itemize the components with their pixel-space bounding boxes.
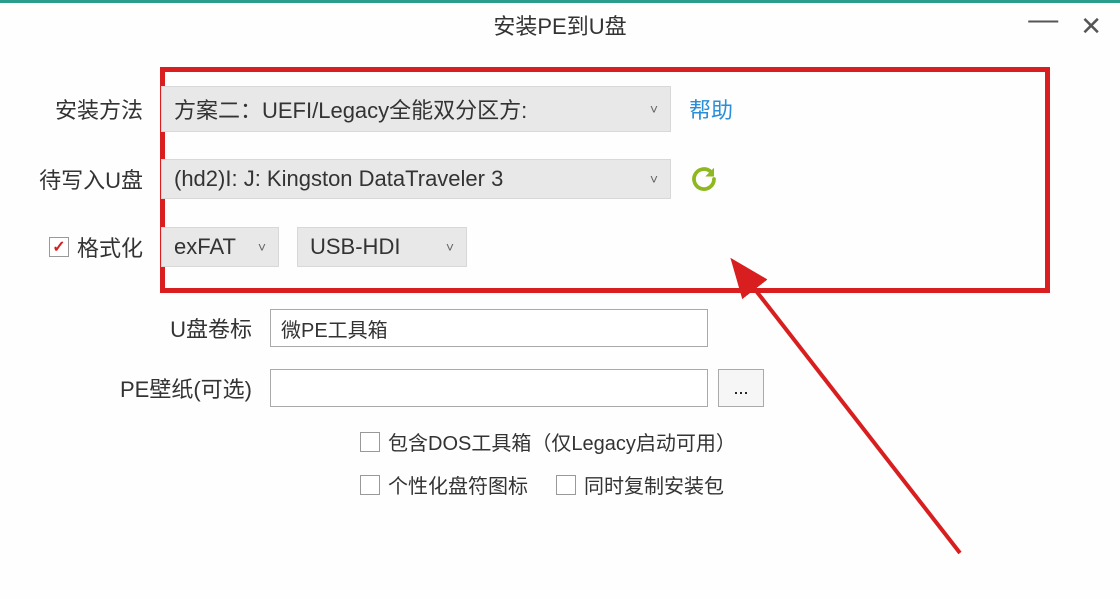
input-wallpaper[interactable] [270,369,708,407]
select-target-usb[interactable]: (hd2)I: J: Kingston DataTraveler 3 ˅ [161,159,671,199]
row-option-dos: 包含DOS工具箱（仅Legacy启动可用） [360,427,1050,456]
checkbox-custom-icon-box[interactable] [360,475,380,495]
label-format: 格式化 [77,231,143,263]
checkbox-custom-icon[interactable]: 个性化盘符图标 [360,470,528,499]
refresh-button[interactable] [689,164,719,194]
row-install-method: 安装方法 方案二：UEFI/Legacy全能双分区方: ˅ 帮助 [185,86,1025,132]
row-target-usb: 待写入U盘 (hd2)I: J: Kingston DataTraveler 3… [185,158,1025,200]
select-install-method-value: 方案二：UEFI/Legacy全能双分区方: [174,93,527,125]
refresh-icon [689,164,719,194]
checkbox-dos-toolbox[interactable]: 包含DOS工具箱（仅Legacy启动可用） [360,427,736,456]
select-target-usb-value: (hd2)I: J: Kingston DataTraveler 3 [174,166,503,192]
label-dos-toolbox: 包含DOS工具箱（仅Legacy启动可用） [388,427,736,456]
window-title: 安装PE到U盘 [493,9,626,41]
row-option-misc: 个性化盘符图标 同时复制安装包 [360,470,1050,499]
select-filesystem-value: exFAT [174,234,236,260]
window-controls: — ✕ [1028,11,1102,41]
app-window: 安装PE到U盘 — ✕ 安装方法 方案二：UEFI/Legacy全能双分区方: … [0,0,1120,599]
chevron-down-icon: ˅ [650,101,658,117]
minimize-button[interactable]: — [1028,5,1058,35]
checkbox-copy-installer-box[interactable] [556,475,576,495]
select-boot-mode[interactable]: USB-HDI ˅ [297,227,467,267]
browse-label: ... [733,378,748,399]
checkbox-format-box[interactable] [49,237,69,257]
input-volume-label[interactable] [270,309,708,347]
highlight-box: 安装方法 方案二：UEFI/Legacy全能双分区方: ˅ 帮助 待写入U盘 (… [160,67,1050,293]
label-custom-icon: 个性化盘符图标 [388,470,528,499]
label-copy-installer: 同时复制安装包 [584,470,724,499]
help-link[interactable]: 帮助 [689,93,733,125]
row-wallpaper: PE壁纸(可选) ... [70,367,1050,409]
label-install-method: 安装方法 [0,93,161,125]
close-button[interactable]: ✕ [1080,13,1102,39]
checkbox-dos-box[interactable] [360,432,380,452]
checkbox-format[interactable]: 格式化 [49,231,143,263]
label-volume: U盘卷标 [70,312,270,344]
select-filesystem[interactable]: exFAT ˅ [161,227,279,267]
chevron-down-icon: ˅ [446,239,454,255]
row-volume-label: U盘卷标 [70,307,1050,349]
content-area: 安装方法 方案二：UEFI/Legacy全能双分区方: ˅ 帮助 待写入U盘 (… [0,47,1120,499]
checkbox-copy-installer[interactable]: 同时复制安装包 [556,470,724,499]
label-target-usb: 待写入U盘 [0,163,161,195]
label-wallpaper: PE壁纸(可选) [70,372,270,404]
chevron-down-icon: ˅ [258,239,266,255]
select-install-method[interactable]: 方案二：UEFI/Legacy全能双分区方: ˅ [161,86,671,132]
row-format: 格式化 exFAT ˅ USB-HDI ˅ [185,226,1025,268]
select-boot-mode-value: USB-HDI [310,234,400,260]
browse-button[interactable]: ... [718,369,764,407]
chevron-down-icon: ˅ [650,171,658,187]
titlebar: 安装PE到U盘 — ✕ [0,3,1120,47]
